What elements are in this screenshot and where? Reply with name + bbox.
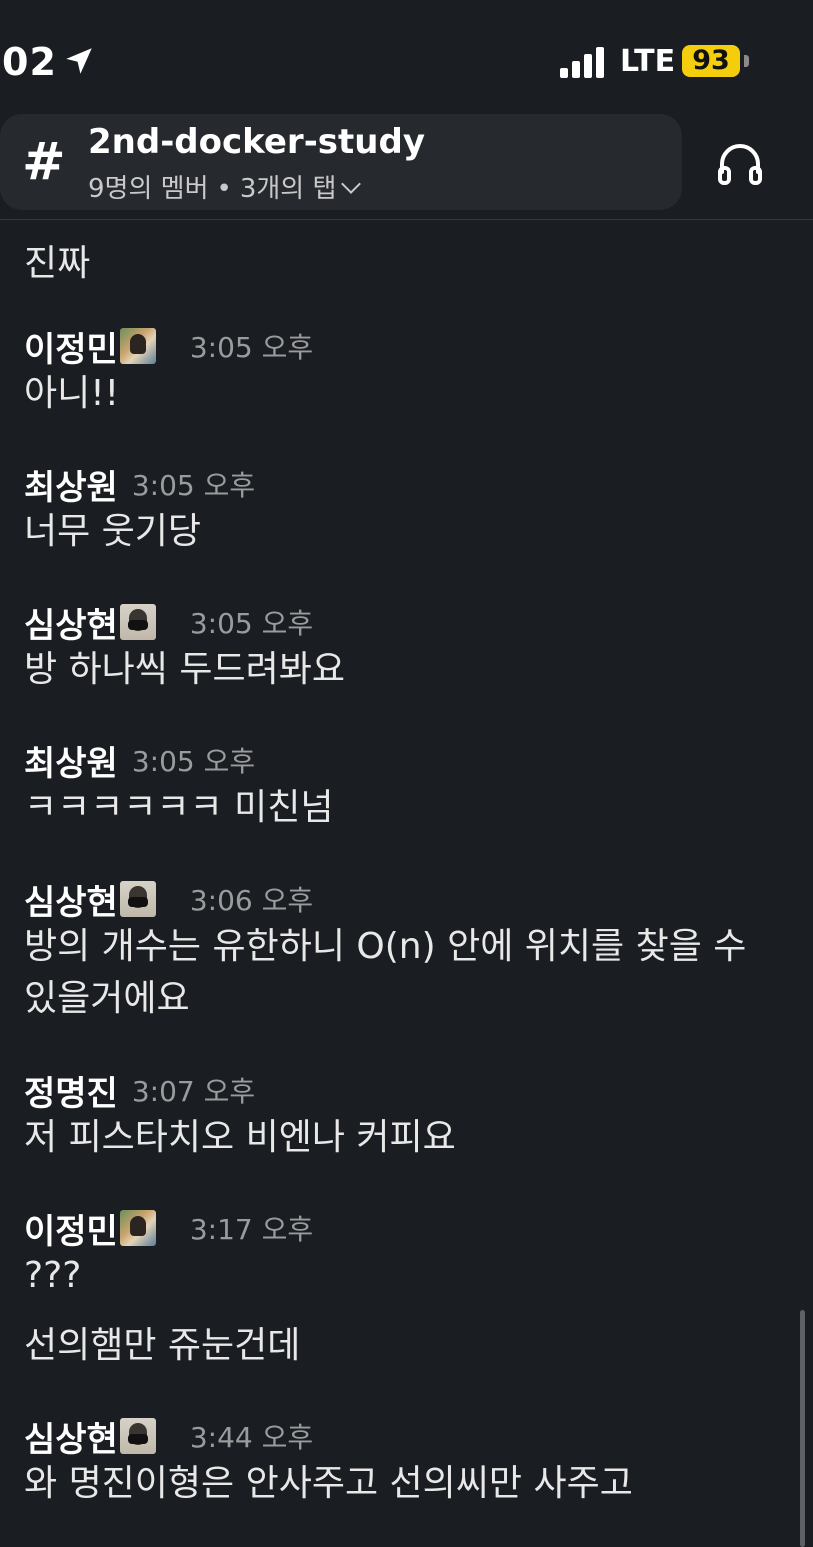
message-time: 3:44 오후	[189, 1421, 314, 1454]
message-text: ???	[24, 1255, 82, 1296]
message-text: 너무 웃기당	[24, 511, 202, 552]
sender-name[interactable]: 최상원	[24, 736, 118, 785]
sender-name[interactable]: 정명진	[24, 1066, 118, 1115]
status-time: 02	[2, 40, 57, 84]
sender-name[interactable]: 이정민	[24, 1204, 118, 1253]
battery-tip	[744, 55, 749, 67]
status-bar: 02 LTE 93	[0, 0, 813, 110]
location-arrow-icon	[66, 48, 92, 74]
chevron-down-icon	[341, 174, 362, 194]
message-text: 선의햄만 쥬눈건데	[24, 1325, 301, 1366]
battery-level: 93	[682, 45, 740, 77]
message-text: 저 피스타치오 비엔나 커피요	[24, 1117, 456, 1158]
message-time: 3:05 오후	[131, 469, 256, 502]
message-list[interactable]: 진짜 이정민 3:05 오후 아니!! 최상원 3:05 오후 너무 웃기당 심…	[0, 220, 813, 1547]
message-item[interactable]: 최상원 3:05 오후 ㅋㅋㅋㅋㅋㅋ 미친넘	[24, 738, 784, 834]
sender-name[interactable]: 심상현	[24, 598, 118, 647]
avatar[interactable]	[119, 604, 156, 640]
message-time: 3:06 오후	[189, 884, 314, 917]
message-item[interactable]: 이정민 3:05 오후 아니!!	[24, 324, 784, 420]
sender-name[interactable]: 이정민	[24, 322, 118, 371]
message-time: 3:07 오후	[131, 1075, 256, 1108]
message-item[interactable]: 심상현 3:44 오후 와 명진이형은 안사주고 선의씨만 사주고	[24, 1414, 784, 1510]
avatar[interactable]	[119, 328, 156, 364]
message-time: 3:05 오후	[131, 745, 256, 778]
avatar[interactable]	[119, 881, 156, 917]
tab-count: 3개의 탭	[239, 174, 337, 204]
message-item[interactable]: 이정민 3:17 오후 ??? 선의햄만 쥬눈건데	[24, 1206, 784, 1372]
scrollbar[interactable]	[800, 1310, 805, 1547]
channel-meta[interactable]: 9명의 멤버 • 3개의 탭	[88, 168, 362, 205]
member-count: 9명의 멤버	[88, 174, 209, 204]
separator-dot: •	[216, 174, 232, 204]
message-text: 방 하나씩 두드려봐요	[24, 649, 345, 690]
channel-name[interactable]: 2nd-docker-study	[88, 122, 425, 162]
message-item[interactable]: 심상현 3:06 오후 방의 개수는 유한하니 O(n) 안에 위치를 찾을 수…	[24, 877, 784, 1025]
message-item[interactable]: 진짜	[24, 238, 784, 290]
sender-name[interactable]: 심상현	[24, 875, 118, 924]
network-type: LTE	[620, 44, 676, 79]
hash-icon: #	[22, 132, 66, 192]
message-text: 아니!!	[24, 373, 120, 414]
sender-name[interactable]: 최상원	[24, 460, 118, 509]
message-item[interactable]: 정명진 3:07 오후 저 피스타치오 비엔나 커피요	[24, 1068, 784, 1164]
cellular-signal-icon	[560, 47, 604, 78]
message-time: 3:05 오후	[189, 331, 314, 364]
message-time: 3:17 오후	[189, 1213, 314, 1246]
sender-name[interactable]: 심상현	[24, 1412, 118, 1461]
message-text: 방의 개수는 유한하니 O(n) 안에 위치를 찾을 수 있을거에요	[24, 926, 747, 1019]
avatar[interactable]	[119, 1210, 156, 1246]
headphones-icon[interactable]	[716, 140, 764, 186]
message-text: ㅋㅋㅋㅋㅋㅋ 미친넘	[24, 787, 334, 828]
message-time: 3:05 오후	[189, 607, 314, 640]
cut-off-sender-line	[24, 220, 34, 235]
message-text: 진짜	[24, 243, 91, 284]
avatar[interactable]	[119, 1418, 156, 1454]
message-item[interactable]: 최상원 3:05 오후 너무 웃기당	[24, 462, 784, 558]
message-item[interactable]: 심상현 3:05 오후 방 하나씩 두드려봐요	[24, 600, 784, 696]
message-text: 와 명진이형은 안사주고 선의씨만 사주고	[24, 1463, 633, 1504]
